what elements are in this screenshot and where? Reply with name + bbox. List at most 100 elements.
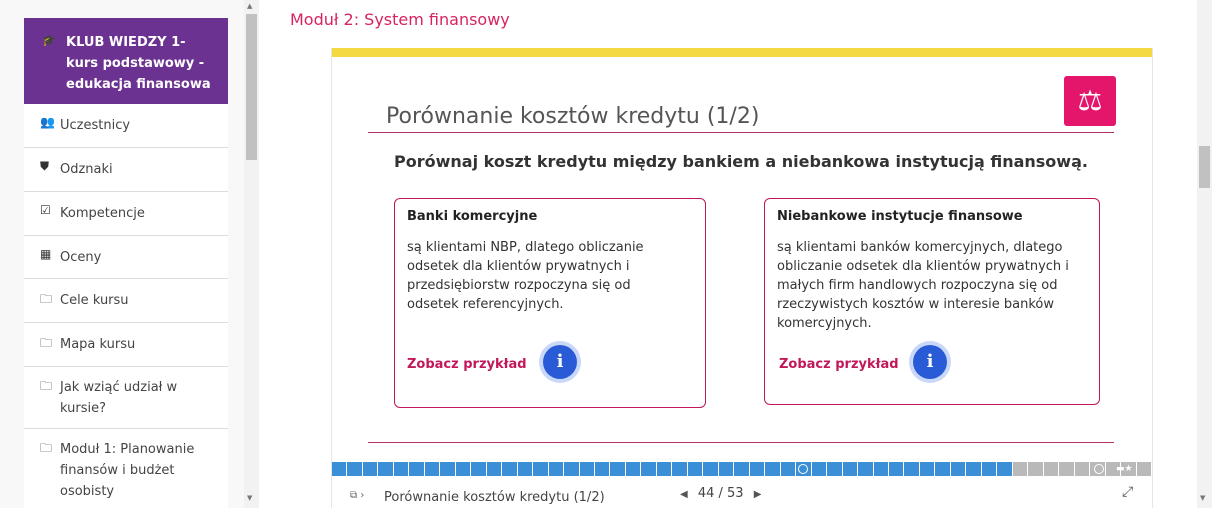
scrollbar-thumb[interactable] bbox=[246, 14, 257, 160]
scrollbar-thumb[interactable] bbox=[1199, 146, 1210, 188]
progress-segment[interactable] bbox=[950, 462, 967, 476]
progress-segment[interactable] bbox=[610, 462, 626, 476]
slide-accent-bar bbox=[332, 48, 1152, 57]
progress-segment[interactable] bbox=[858, 462, 874, 476]
course-header[interactable]: 🎓 KLUB WIEDZY 1- kurs podstawowy - eduka… bbox=[24, 18, 228, 104]
sidebar-item-modul-1[interactable]: 🗀 Moduł 1: Planowanie finansów i budżet … bbox=[24, 429, 228, 508]
progress-segment[interactable] bbox=[873, 462, 889, 476]
progress-segment[interactable] bbox=[440, 462, 456, 476]
shield-icon: ⛊ bbox=[40, 159, 50, 173]
scroll-up-icon[interactable]: ▲ bbox=[247, 2, 252, 10]
see-example-link[interactable]: Zobacz przykład bbox=[407, 357, 527, 372]
progress-segment[interactable] bbox=[347, 462, 363, 476]
sidebar-item-jak-wziac-udzial[interactable]: 🗀 Jak wziąć udział w kursie? bbox=[24, 367, 228, 429]
progress-segment[interactable] bbox=[827, 462, 843, 476]
progress-segment[interactable] bbox=[1059, 462, 1075, 476]
slide-pager: ◀ 44 / 53 ▶ bbox=[680, 486, 761, 501]
progress-segment[interactable] bbox=[548, 462, 565, 476]
progress-segment[interactable] bbox=[672, 462, 688, 476]
progress-segment[interactable] bbox=[703, 462, 719, 476]
info-box-niebankowe: Niebankowe instytucje finansowe są klien… bbox=[764, 198, 1100, 405]
progress-segment[interactable] bbox=[332, 462, 348, 476]
progress-segment[interactable] bbox=[393, 462, 410, 476]
progress-segment[interactable] bbox=[502, 462, 518, 476]
progress-segment[interactable] bbox=[1012, 462, 1029, 476]
progress-marker[interactable] bbox=[797, 464, 808, 474]
graduation-cap-icon: 🎓 bbox=[42, 34, 56, 47]
progress-segment[interactable] bbox=[904, 462, 920, 476]
sidebar-item-kompetencje[interactable]: ☑ Kompetencje bbox=[24, 192, 228, 236]
progress-segment[interactable] bbox=[378, 462, 394, 476]
next-slide-icon[interactable]: ▶ bbox=[754, 489, 762, 500]
progress-segment[interactable] bbox=[486, 462, 503, 476]
slides-menu-icon[interactable]: ⧉ › bbox=[350, 490, 364, 501]
title-divider bbox=[368, 132, 1114, 133]
progress-segment[interactable] bbox=[1043, 462, 1060, 476]
scroll-down-icon[interactable]: ▼ bbox=[1200, 494, 1205, 502]
progress-segment[interactable] bbox=[780, 462, 797, 476]
progress-segment[interactable] bbox=[919, 462, 936, 476]
progress-segment[interactable] bbox=[1136, 462, 1152, 476]
info-box-banki: Banki komercyjne są klientami NBP, dlate… bbox=[394, 198, 706, 408]
scales-icon: ⚖ bbox=[1064, 76, 1116, 126]
course-title: KLUB WIEDZY 1- kurs podstawowy - edukacj… bbox=[66, 35, 211, 92]
progress-segment[interactable] bbox=[595, 462, 611, 476]
progress-segment[interactable] bbox=[656, 462, 673, 476]
box-heading: Banki komercyjne bbox=[407, 209, 538, 224]
progress-segment[interactable] bbox=[842, 462, 859, 476]
progress-segment[interactable] bbox=[455, 462, 472, 476]
slide-title: Porównanie kosztów kredytu (1/2) bbox=[386, 104, 760, 129]
sidebar-scrollbar[interactable]: ▲ ▼ bbox=[244, 0, 259, 508]
sidebar-item-mapa-kursu[interactable]: 🗀 Mapa kursu bbox=[24, 323, 228, 367]
progress-segment[interactable] bbox=[718, 462, 735, 476]
page-scrollbar[interactable]: ▼ bbox=[1197, 0, 1212, 508]
info-icon[interactable]: i bbox=[913, 345, 947, 379]
progress-segment[interactable] bbox=[1074, 462, 1091, 476]
sidebar-item-label: Mapa kursu bbox=[60, 337, 136, 352]
slide-progress-bar[interactable]: ▬★ bbox=[332, 462, 1152, 476]
progress-segment[interactable] bbox=[981, 462, 998, 476]
progress-segment[interactable] bbox=[625, 462, 642, 476]
progress-segment[interactable] bbox=[811, 462, 828, 476]
box-heading: Niebankowe instytucje finansowe bbox=[777, 209, 1023, 224]
progress-segment[interactable] bbox=[564, 462, 580, 476]
progress-segment[interactable] bbox=[362, 462, 379, 476]
scroll-down-icon[interactable]: ▼ bbox=[247, 494, 252, 502]
slide-counter: 44 / 53 bbox=[697, 486, 744, 501]
progress-segment[interactable] bbox=[765, 462, 781, 476]
sidebar-item-label: Odznaki bbox=[60, 162, 113, 177]
box-text: są klientami NBP, dlatego obliczanie ods… bbox=[407, 240, 644, 312]
course-sidebar: 🎓 KLUB WIEDZY 1- kurs podstawowy - eduka… bbox=[0, 0, 244, 508]
progress-segment[interactable] bbox=[966, 462, 982, 476]
progress-segment[interactable] bbox=[888, 462, 905, 476]
progress-segment[interactable] bbox=[687, 462, 704, 476]
sidebar-item-uczestnicy[interactable]: 👥 Uczestnicy bbox=[24, 104, 228, 148]
box-text: są klientami banków komercyjnych, dlateg… bbox=[777, 240, 1069, 331]
sidebar-item-oceny[interactable]: ▦ Oceny bbox=[24, 236, 228, 279]
expand-icon[interactable]: ⤢ bbox=[1122, 484, 1133, 500]
progress-segment[interactable] bbox=[579, 462, 596, 476]
progress-segment[interactable] bbox=[471, 462, 487, 476]
content-divider bbox=[368, 442, 1114, 443]
prev-slide-icon[interactable]: ◀ bbox=[680, 489, 688, 500]
progress-segment[interactable] bbox=[517, 462, 534, 476]
current-slide-name[interactable]: Porównanie kosztów kredytu (1/2) bbox=[384, 490, 605, 505]
progress-segment[interactable] bbox=[1028, 462, 1044, 476]
folder-icon: 🗀 bbox=[40, 379, 53, 393]
progress-segment[interactable] bbox=[997, 462, 1013, 476]
progress-segment[interactable] bbox=[641, 462, 657, 476]
see-example-link[interactable]: Zobacz przykład bbox=[779, 357, 899, 372]
progress-segment[interactable] bbox=[533, 462, 549, 476]
progress-segment[interactable] bbox=[935, 462, 951, 476]
sidebar-item-odznaki[interactable]: ⛊ Odznaki bbox=[24, 148, 228, 192]
slide-instruction: Porównaj koszt kredytu między bankiem a … bbox=[394, 152, 1088, 171]
progress-segment[interactable] bbox=[734, 462, 750, 476]
folder-icon: 🗀 bbox=[40, 441, 53, 455]
progress-segment[interactable] bbox=[424, 462, 441, 476]
progress-segment[interactable] bbox=[749, 462, 766, 476]
star-icon: ▬★ bbox=[1116, 464, 1133, 474]
progress-segment[interactable] bbox=[409, 462, 425, 476]
sidebar-item-cele-kursu[interactable]: 🗀 Cele kursu bbox=[24, 279, 228, 323]
info-icon[interactable]: i bbox=[543, 345, 577, 379]
folder-icon: 🗀 bbox=[40, 336, 53, 350]
